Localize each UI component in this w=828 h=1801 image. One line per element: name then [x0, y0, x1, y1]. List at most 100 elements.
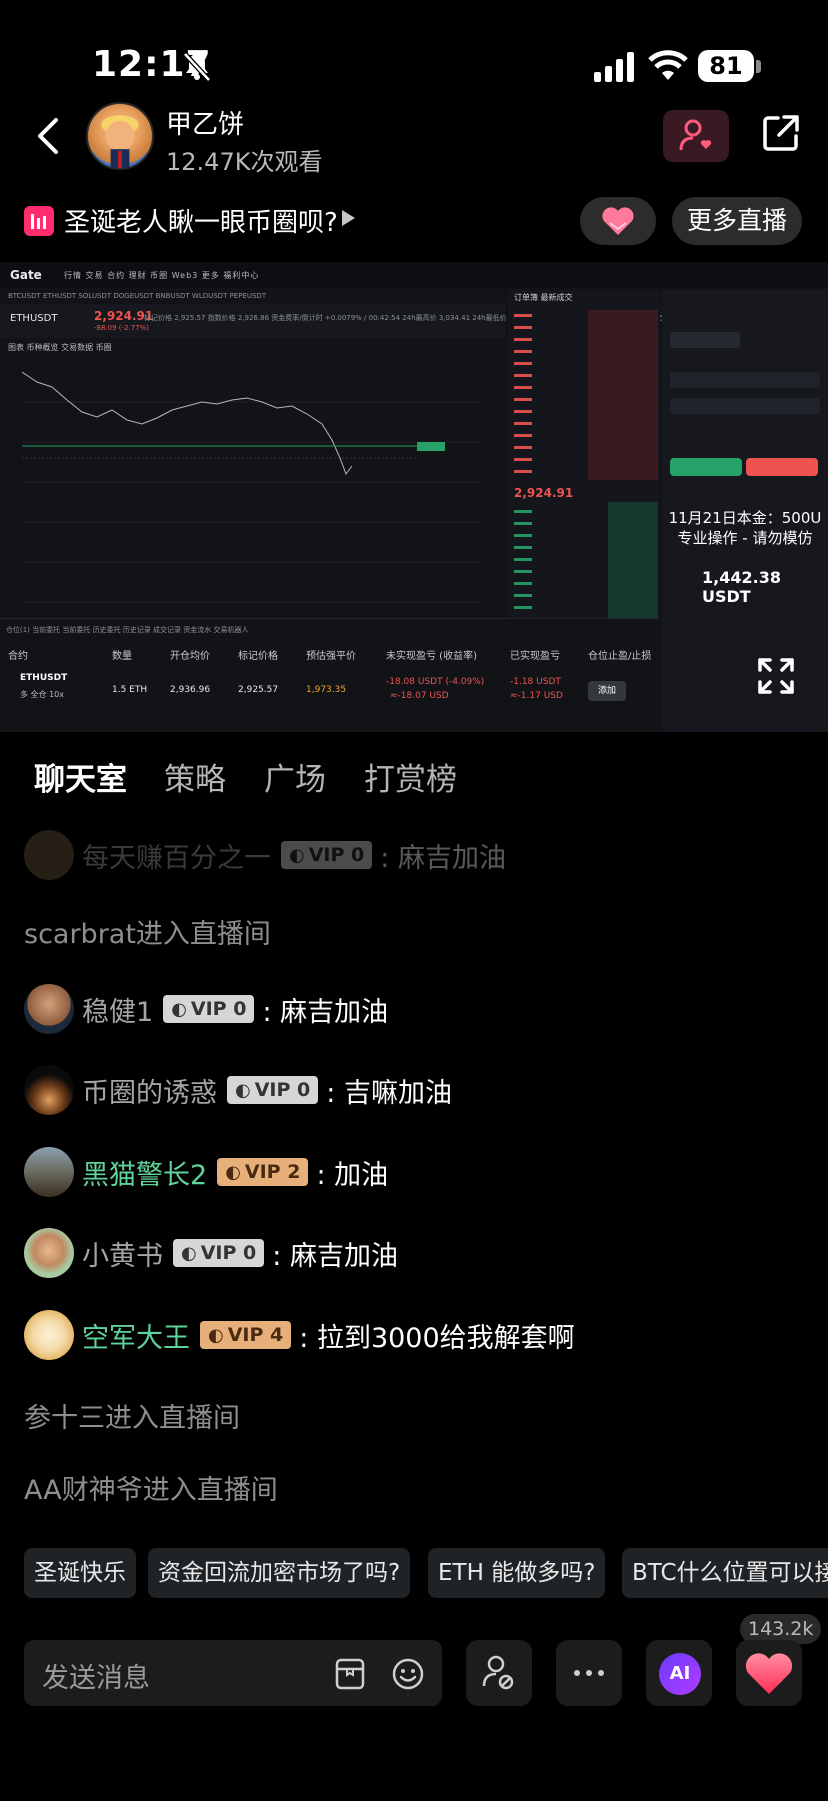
chat-message: 黑猫警长2 ◐ VIP 2 : 加油 — [24, 1147, 388, 1197]
follow-button[interactable] — [663, 110, 729, 162]
more-live-button[interactable]: 更多直播 — [672, 197, 802, 245]
user-manage-button[interactable] — [466, 1640, 532, 1706]
exchange-topbar: Gate 行情 交易 合约 理财 币圈 Web3 更多 福利中心 — [0, 262, 828, 288]
avatar[interactable] — [24, 1310, 74, 1360]
vip-badge: ◐ VIP 0 — [281, 841, 373, 869]
host-name: 甲乙饼 — [166, 110, 245, 140]
chat-username[interactable]: 稳健1 — [82, 990, 153, 1029]
order-book-mid-price: 2,924.91 — [514, 486, 574, 500]
chart-tabs: 图表 币种概览 交易数据 币圈 — [8, 343, 112, 352]
tab-square[interactable]: 广场 — [264, 754, 326, 799]
battery-indicator: 81 — [698, 50, 754, 82]
card-icon[interactable] — [332, 1656, 368, 1692]
emoji-icon[interactable] — [390, 1656, 426, 1692]
mute-bell-icon — [183, 52, 211, 82]
like-button[interactable] — [736, 1640, 802, 1706]
live-video[interactable]: Gate 行情 交易 合约 理财 币圈 Web3 更多 福利中心 BTCUSDT… — [0, 262, 828, 732]
symbol-name: ETHUSDT — [10, 313, 58, 324]
system-message: 参十三进入直播间 — [24, 1403, 240, 1434]
hands-heart-icon — [602, 207, 634, 235]
vip-logo-icon: ◐ — [225, 1161, 241, 1183]
vip-label: VIP 0 — [308, 844, 365, 866]
system-message: scarbrat进入直播间 — [24, 919, 271, 950]
col-unrealized: 未实现盈亏 (收益率) — [386, 651, 477, 662]
chat-username[interactable]: 小黄书 — [82, 1234, 163, 1273]
position-qty: 1.5 ETH — [112, 685, 148, 695]
chat-username[interactable]: 币圈的诱惑 — [82, 1071, 217, 1110]
gift-heart-button[interactable] — [580, 197, 656, 245]
chat-text: : 麻吉加油 — [380, 842, 506, 874]
tab-strategy[interactable]: 策略 — [164, 754, 226, 799]
avatar[interactable] — [24, 984, 74, 1034]
vip-logo-icon: ◐ — [289, 844, 305, 866]
positions-table: 仓位(1) 当前委托 当前委托 历史委托 历史记录 成交记录 资金流水 交易机器… — [0, 618, 660, 732]
position-unrealized: -18.08 USDT (-4.09%) — [386, 677, 485, 687]
chat-username[interactable]: 每天赚百分之一 — [82, 836, 271, 875]
ai-badge[interactable]: AI — [659, 1653, 701, 1695]
positions-tabs: 仓位(1) 当前委托 当前委托 历史委托 历史记录 成交记录 资金流水 交易机器… — [6, 626, 249, 634]
quick-reply-chip[interactable]: ETH 能做多吗? — [428, 1548, 606, 1598]
cellular-signal-icon — [594, 52, 634, 82]
fullscreen-icon[interactable] — [756, 656, 796, 696]
open-position-tab — [670, 332, 740, 348]
view-count: 12.47K次观看 — [166, 148, 323, 176]
stream-overlay-note: 11月21日本金：500U 专业操作 - 请勿模仿 — [662, 508, 828, 548]
more-dots-icon — [574, 1670, 604, 1676]
avatar[interactable] — [24, 1147, 74, 1197]
avatar[interactable] — [24, 1228, 74, 1278]
chat-username[interactable]: 空军大王 — [82, 1316, 190, 1355]
position-realized: -1.18 USDT — [510, 677, 561, 687]
vip-label: VIP 2 — [244, 1161, 301, 1183]
position-realized-usd: ≈-1.17 USD — [510, 691, 563, 701]
chat-message: 每天赚百分之一 ◐ VIP 0 : 麻吉加油 — [24, 830, 506, 880]
vip-logo-icon: ◐ — [208, 1324, 224, 1346]
stream-topic[interactable]: 圣诞老人瞅一眼币圈呗? — [64, 202, 338, 239]
wifi-icon — [648, 50, 688, 80]
live-bars-icon — [24, 206, 54, 236]
exchange-menu: 行情 交易 合约 理财 币圈 Web3 更多 福利中心 — [64, 271, 260, 280]
symbol-header: ETHUSDT 2,924.91 -88.09 (-2.77%) 标记价格 2,… — [0, 304, 663, 338]
system-message: AA财神爷进入直播间 — [24, 1475, 278, 1506]
chat-text: : 拉到3000给我解套啊 — [299, 1322, 575, 1354]
host-avatar[interactable] — [86, 102, 154, 170]
avatar[interactable] — [24, 1065, 74, 1115]
chat-text: : 吉嘛加油 — [326, 1077, 452, 1109]
back-icon[interactable] — [32, 114, 64, 158]
avatar[interactable] — [24, 830, 74, 880]
vip-label: VIP 0 — [200, 1242, 257, 1264]
position-unrealized-usd: ≈-18.07 USD — [390, 691, 449, 701]
col-realized: 已实现盈亏 — [510, 651, 560, 662]
overlay-note-line-2: 专业操作 - 请勿模仿 — [677, 529, 813, 547]
col-qty: 数量 — [112, 651, 132, 662]
vip-badge: ◐ VIP 2 — [217, 1158, 309, 1186]
quick-reply-chip[interactable]: BTC什么位置可以接 — [622, 1548, 828, 1598]
chat-message: 空军大王 ◐ VIP 4 : 拉到3000给我解套啊 — [24, 1310, 575, 1360]
price-field — [670, 372, 820, 388]
position-mark: 2,925.57 — [238, 685, 279, 695]
vip-logo-icon: ◐ — [171, 998, 187, 1020]
tab-chatroom[interactable]: 聊天室 — [34, 754, 127, 799]
battery-cap — [756, 60, 761, 73]
account-balance: 1,442.38 USDT — [702, 568, 781, 606]
share-icon[interactable] — [760, 112, 802, 154]
col-mark: 标记价格 — [238, 651, 278, 662]
message-input-placeholder[interactable]: 发送消息 — [42, 1656, 150, 1695]
chat-message: 稳健1 ◐ VIP 0 : 麻吉加油 — [24, 984, 388, 1034]
chat-message: 币圈的诱惑 ◐ VIP 0 : 吉嘛加油 — [24, 1065, 452, 1115]
position-tags: 多 全仓 10x — [20, 690, 64, 699]
tab-tip-ranking[interactable]: 打赏榜 — [364, 754, 457, 799]
heart-icon — [745, 1653, 793, 1694]
vip-badge: ◐ VIP 0 — [163, 995, 255, 1023]
col-tpsl: 仓位止盈/止损 — [588, 651, 652, 662]
vip-badge: ◐ VIP 0 — [173, 1239, 265, 1267]
play-arrow-icon[interactable] — [342, 210, 355, 226]
sell-button — [746, 458, 818, 476]
vip-logo-icon: ◐ — [235, 1079, 251, 1101]
quick-reply-chip[interactable]: 圣诞快乐 — [24, 1548, 136, 1598]
exchange-logo: Gate — [10, 268, 42, 282]
vip-badge: ◐ VIP 0 — [227, 1076, 319, 1104]
chat-username[interactable]: 黑猫警长2 — [82, 1153, 207, 1192]
add-tpsl-button: 添加 — [588, 681, 626, 701]
quick-reply-chip[interactable]: 资金回流加密市场了吗? — [148, 1548, 411, 1598]
more-options-button[interactable] — [556, 1640, 622, 1706]
